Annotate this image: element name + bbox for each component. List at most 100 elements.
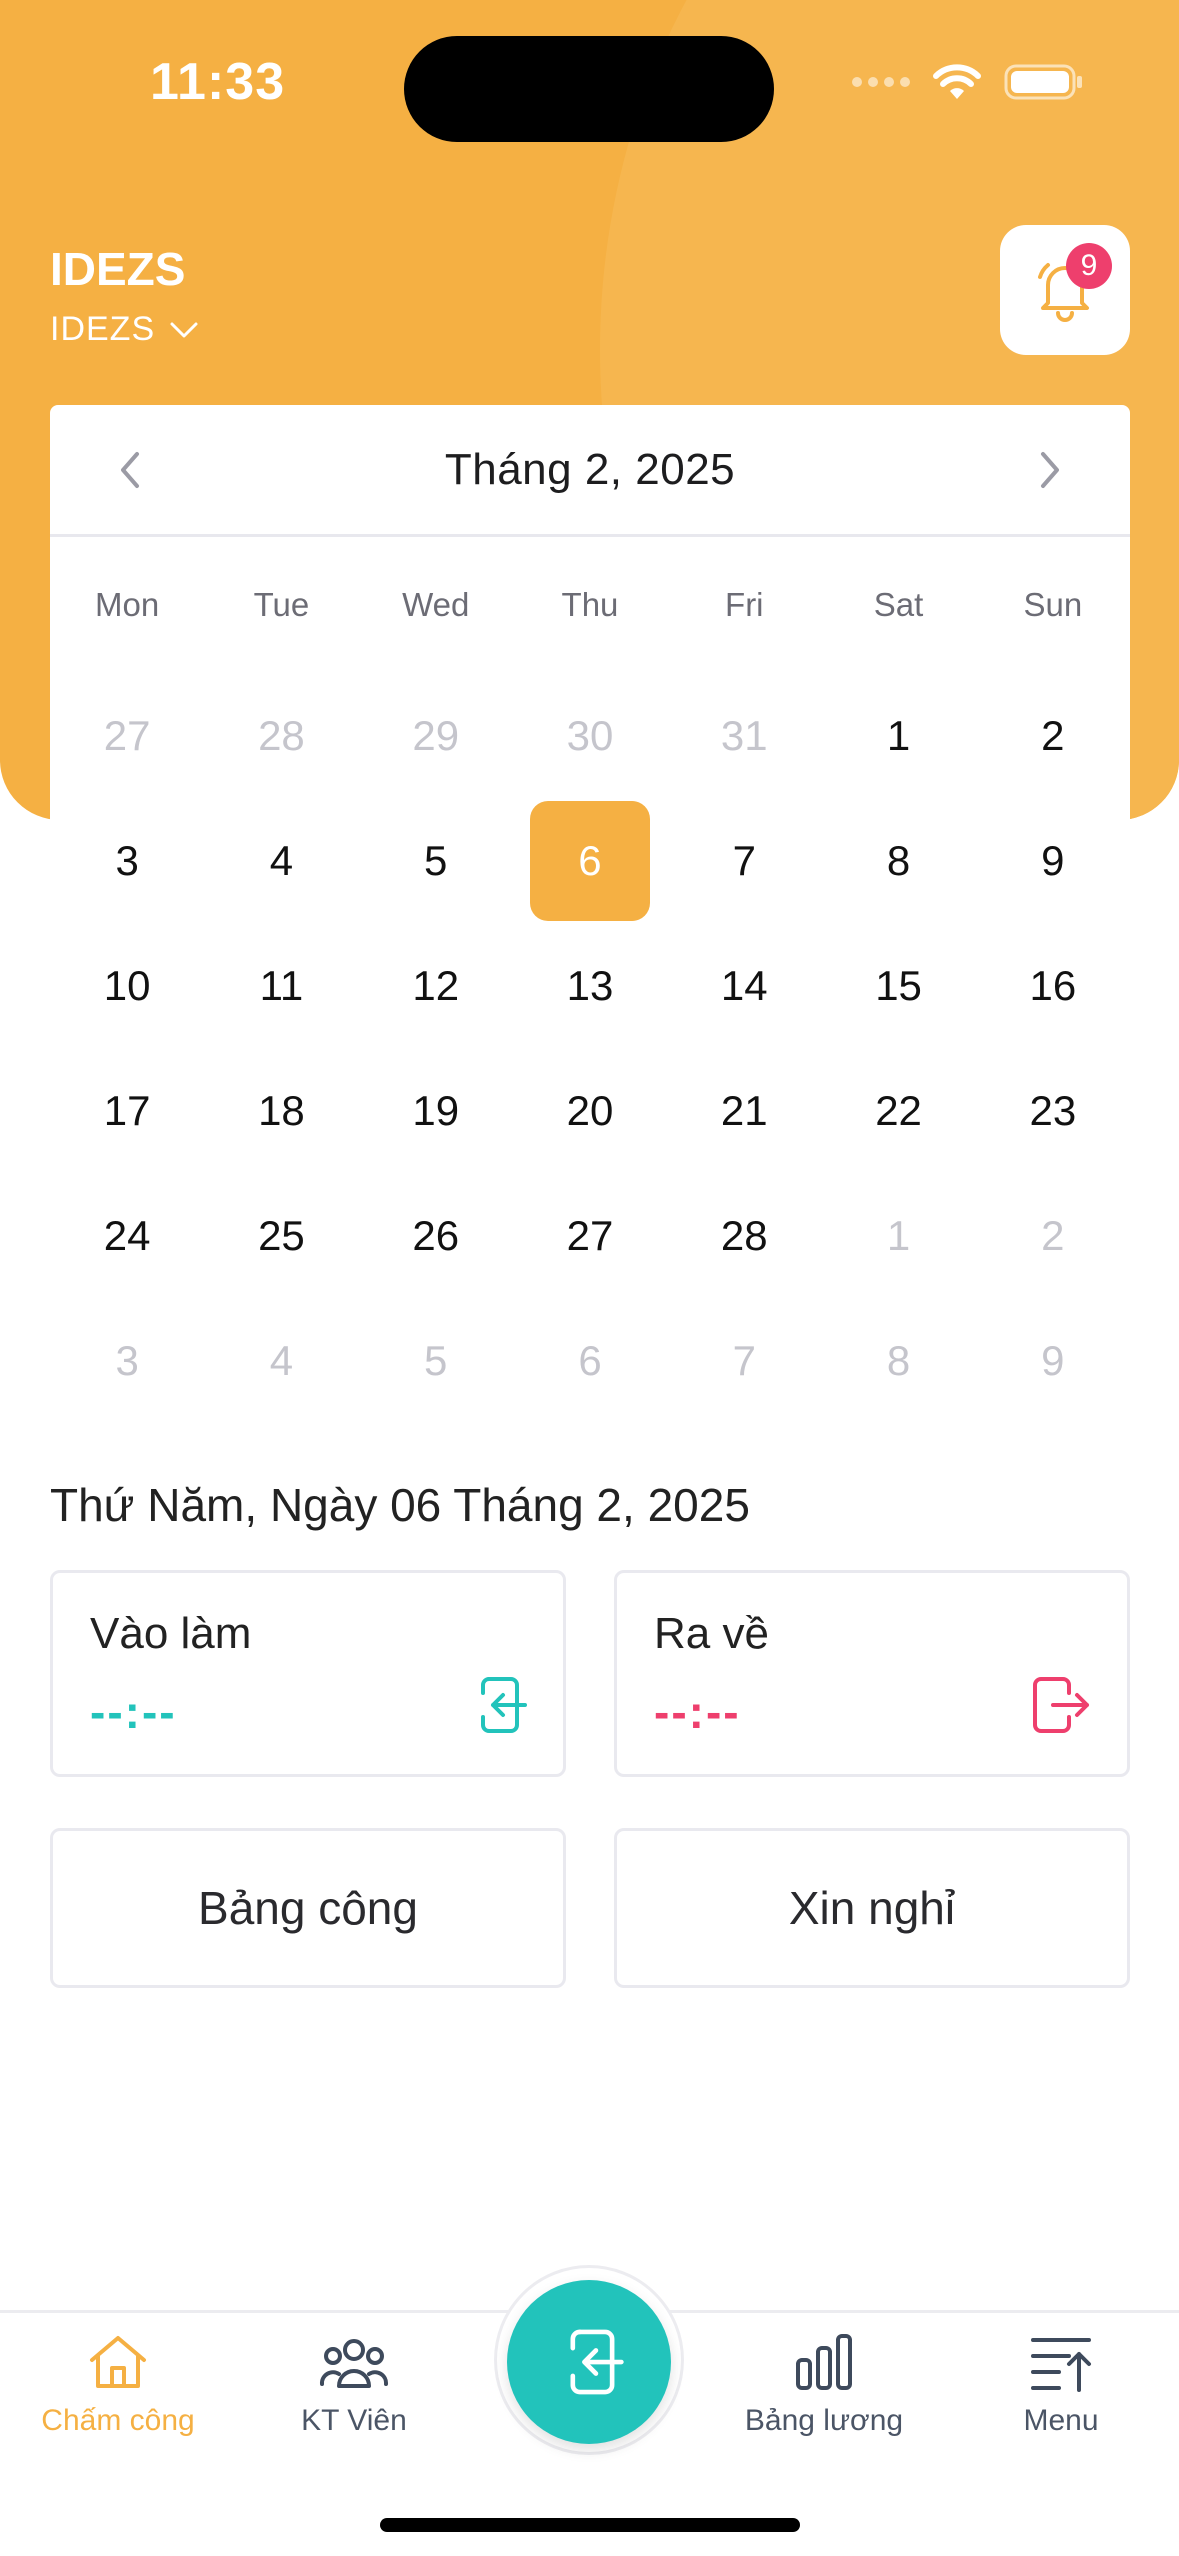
calendar-day[interactable]: 29 [359,676,513,796]
weekday-label: Sun [1023,586,1083,623]
calendar-day-number: 19 [412,1086,460,1134]
calendar-day-number: 25 [258,1211,305,1259]
calendar-day[interactable]: 1 [821,676,975,796]
calendar-day[interactable]: 21 [667,1051,821,1171]
tab-attendance-label: Chấm công [41,2404,195,2437]
tab-staff-label: KT Viên [301,2404,407,2437]
check-out-label: Ra về [654,1609,769,1658]
tab-attendance[interactable]: Chấm công [0,2330,236,2438]
calendar-day[interactable]: 3 [50,801,204,921]
calendar-day-number: 9 [1041,836,1065,884]
calendar-header: Tháng 2, 2025 [50,405,1130,537]
check-out-time: --:-- [654,1686,741,1738]
calendar-day[interactable]: 23 [976,1051,1130,1171]
company-selector[interactable]: IDEZS [50,310,199,349]
users-icon [320,2339,388,2388]
next-month-button[interactable] [1020,440,1080,500]
calendar-day[interactable]: 28 [667,1176,821,1296]
calendar-day[interactable]: 10 [50,926,204,1046]
calendar-day-number: 31 [720,711,768,759]
calendar-day[interactable]: 24 [50,1176,204,1296]
leave-request-button[interactable]: Xin nghỉ [614,1828,1130,1988]
weekday-label: Mon [95,586,160,623]
check-in-time: --:-- [90,1686,177,1738]
calendar-day[interactable]: 11 [204,926,358,1046]
calendar-day[interactable]: 2 [976,676,1130,796]
calendar-day[interactable]: 2 [976,1176,1130,1296]
calendar-day[interactable]: 4 [204,801,358,921]
calendar-day-selected[interactable]: 6 [513,800,667,921]
calendar-day[interactable]: 9 [976,1301,1130,1421]
dynamic-island [404,36,774,142]
calendar-day[interactable]: 3 [50,1301,204,1421]
timesheet-button[interactable]: Bảng công [50,1828,566,1988]
prev-month-button[interactable] [100,440,160,500]
calendar-day[interactable]: 5 [359,801,513,921]
tab-payroll[interactable]: Bảng lương [706,2330,942,2438]
calendar-week-row: 27 28 29 30 31 1 2 [50,673,1130,798]
calendar-day-number: 2 [1041,1211,1065,1259]
weekday-label: Tue [253,586,310,623]
calendar-day[interactable]: 8 [821,1301,975,1421]
tab-menu[interactable]: Menu [943,2330,1179,2438]
calendar-day[interactable]: 12 [359,926,513,1046]
calendar-week-row: 3 4 5 6 7 8 9 [50,798,1130,923]
calendar-day[interactable]: 19 [359,1051,513,1171]
calendar-day[interactable]: 25 [204,1176,358,1296]
tab-payroll-label: Bảng lương [744,2404,904,2437]
calendar-day-number: 1 [886,1211,911,1259]
calendar-day[interactable]: 27 [513,1176,667,1296]
tab-staff[interactable]: KT Viên [236,2330,472,2438]
calendar-day[interactable]: 31 [667,676,821,796]
calendar-day-number: 6 [529,800,650,921]
calendar-day-number: 30 [566,711,614,759]
weekday-label: Wed [402,586,470,623]
calendar-day[interactable]: 18 [204,1051,358,1171]
chevron-right-icon [1040,451,1059,488]
notification-button[interactable]: 9 [1000,225,1130,355]
calendar-day-number: 2 [1041,711,1065,759]
calendar-day[interactable]: 15 [821,926,975,1046]
calendar-day-number: 6 [578,1336,602,1384]
calendar-day-number: 4 [269,1336,294,1384]
battery-icon [1004,64,1082,100]
calendar-day[interactable]: 1 [821,1176,975,1296]
calendar-day-number: 29 [412,711,460,759]
check-in-label: Vào làm [90,1609,252,1658]
calendar-day[interactable]: 16 [976,926,1130,1046]
check-in-fab[interactable] [507,2280,671,2444]
calendar-week-row: 24 25 26 27 28 1 2 [50,1173,1130,1298]
calendar-day[interactable]: 7 [667,1301,821,1421]
menu-sort-icon [1031,2338,1091,2392]
calendar-day[interactable]: 9 [976,801,1130,921]
calendar-week-row: 17 18 19 20 21 22 23 [50,1048,1130,1173]
calendar-day[interactable]: 17 [50,1051,204,1171]
check-in-card[interactable]: Vào làm --:-- [50,1570,566,1777]
check-out-card[interactable]: Ra về --:-- [614,1570,1130,1777]
tab-menu-label: Menu [1023,2404,1099,2437]
calendar-day-number: 4 [269,836,294,884]
calendar-day[interactable]: 5 [359,1301,513,1421]
calendar-day[interactable]: 7 [667,801,821,921]
calendar-day-number: 1 [886,711,911,759]
calendar-day[interactable]: 14 [667,926,821,1046]
calendar-day[interactable]: 6 [513,1301,667,1421]
calendar-day-number: 3 [115,1336,139,1384]
wifi-icon [933,64,981,99]
weekday-label: Thu [561,586,619,623]
calendar-day-number: 9 [1041,1336,1065,1384]
calendar-day[interactable]: 4 [204,1301,358,1421]
calendar-day[interactable]: 13 [513,926,667,1046]
calendar-day[interactable]: 8 [821,801,975,921]
calendar-day[interactable]: 30 [513,676,667,796]
calendar-day[interactable]: 26 [359,1176,513,1296]
chevron-down-icon [170,322,198,337]
login-icon [570,2329,624,2395]
calendar-day-number: 13 [566,961,614,1009]
calendar-day[interactable]: 22 [821,1051,975,1171]
calendar-day[interactable]: 28 [204,676,358,796]
calendar-day-number: 24 [103,1211,151,1259]
company-selector-label: IDEZS [50,310,156,348]
calendar-day[interactable]: 20 [513,1051,667,1171]
calendar-day[interactable]: 27 [50,676,204,796]
